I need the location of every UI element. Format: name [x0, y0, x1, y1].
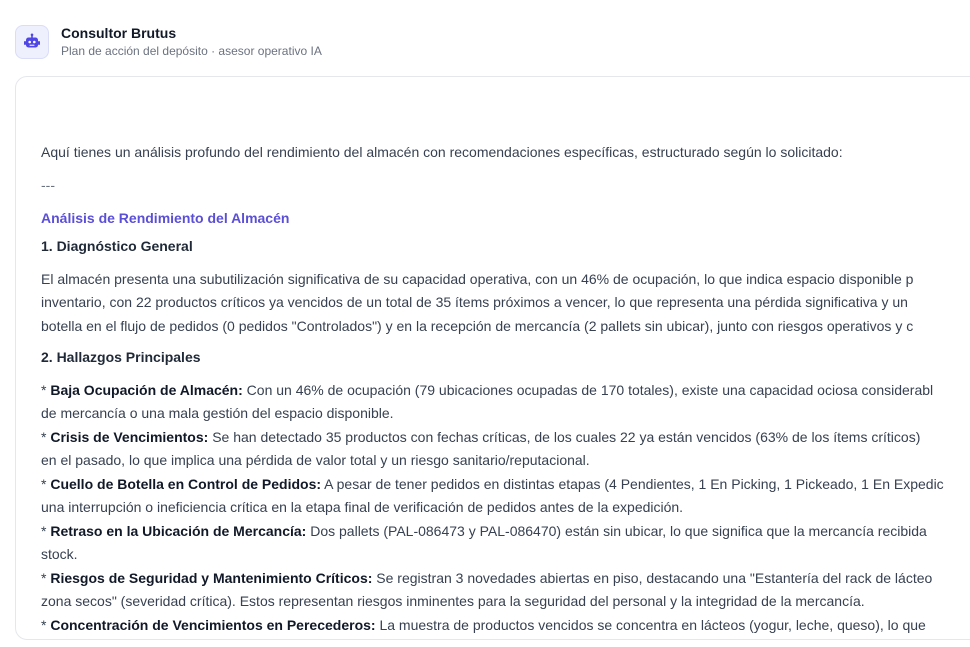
item-label: Riesgos de Seguridad y Mantenimiento Crí…	[50, 569, 373, 586]
item-label: Cuello de Botella en Control de Pedidos:	[50, 475, 322, 492]
item-label: Baja Ocupación de Almacén:	[50, 381, 243, 398]
item-text-cont: stock.	[41, 546, 78, 562]
list-item: * Riesgos de Seguridad y Mantenimiento C…	[41, 567, 970, 614]
item-text-cont: de mercancía o una mala gestión del espa…	[41, 405, 394, 421]
list-item: * Concentración de Vencimientos en Perec…	[41, 616, 926, 633]
list-item: * Crisis de Vencimientos: Se han detecta…	[41, 426, 970, 473]
diagnostico-paragraph: El almacén presenta una subutilización s…	[41, 268, 970, 339]
assistant-subtitle: Plan de acción del depósito · asesor ope…	[61, 44, 322, 58]
intro-text: Aquí tienes un análisis profundo del ren…	[41, 144, 843, 160]
hallazgos-list: * Baja Ocupación de Almacén: Con un 46% …	[41, 379, 970, 638]
item-label: Concentración de Vencimientos en Pereced…	[50, 616, 376, 633]
hallazgos-heading: 2. Hallazgos Principales	[41, 349, 201, 365]
list-item: * Cuello de Botella en Control de Pedido…	[41, 473, 970, 520]
item-text: Se registran 3 novedades abiertas en pis…	[376, 569, 933, 586]
item-text-cont: zona secos" (severidad crítica). Estos r…	[41, 593, 865, 609]
item-text: Se han detectado 35 productos con fechas…	[212, 428, 921, 445]
item-text-cont: una interrupción o ineficiencia crítica …	[41, 499, 684, 515]
diagnostico-line: inventario, con 22 productos críticos ya…	[41, 294, 908, 310]
item-text: La muestra de productos vencidos se conc…	[379, 616, 926, 633]
diagnostico-heading: 1. Diagnóstico General	[41, 238, 193, 254]
list-item: * Retraso en la Ubicación de Mercancía: …	[41, 520, 970, 567]
diagnostico-line: botella en el flujo de pedidos (0 pedido…	[41, 317, 914, 334]
chat-header: Consultor Brutus Plan de acción del depó…	[15, 24, 322, 59]
assistant-title: Consultor Brutus	[61, 25, 177, 41]
item-text: Dos pallets (PAL-086473 y PAL-086470) es…	[310, 522, 927, 539]
assistant-message-card: Aquí tienes un análisis profundo del ren…	[15, 76, 970, 640]
robot-icon	[24, 33, 40, 47]
diagnostico-line: El almacén presenta una subutilización s…	[41, 270, 914, 287]
separator-text: ---	[41, 176, 55, 193]
item-label: Crisis de Vencimientos:	[50, 428, 209, 445]
bot-avatar	[15, 24, 49, 59]
message-content: Aquí tienes un análisis profundo del ren…	[41, 141, 970, 637]
item-text: Con un 46% de ocupación (79 ubicaciones …	[246, 381, 934, 398]
item-text-cont: en el pasado, lo que implica una pérdida…	[41, 452, 590, 468]
list-item: * Baja Ocupación de Almacén: Con un 46% …	[41, 379, 970, 426]
item-label: Retraso en la Ubicación de Mercancía:	[50, 522, 307, 539]
item-text: A pesar de tener pedidos en distintas et…	[324, 475, 944, 492]
section-heading: Análisis de Rendimiento del Almacén	[41, 210, 290, 226]
